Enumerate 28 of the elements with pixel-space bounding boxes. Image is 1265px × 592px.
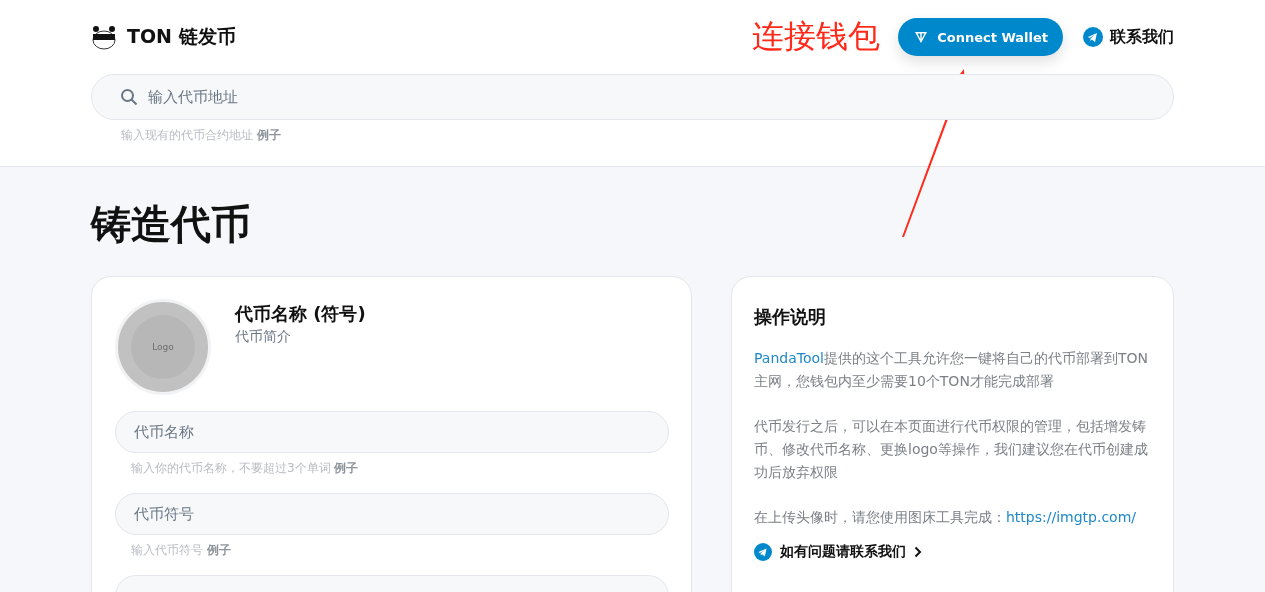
contact-link[interactable]: 联系我们: [1083, 26, 1174, 48]
telegram-icon: [754, 543, 772, 561]
field-hint: 输入代币符号 例子: [131, 542, 232, 559]
page-title: 铸造代币: [91, 200, 252, 249]
text-link[interactable]: https://imgtp.com/: [1006, 509, 1137, 525]
search-icon: [120, 88, 138, 106]
text-link[interactable]: PandaTool: [754, 350, 824, 366]
field-hint: 输入你的代币名称，不要超过3个单词 例子: [131, 460, 360, 477]
chevron-right-icon: [914, 546, 922, 558]
connect-wallet-button[interactable]: Connect Wallet: [898, 18, 1063, 56]
annotation-label: 连接钱包: [752, 16, 881, 57]
help-title: 操作说明: [754, 305, 827, 329]
input-field[interactable]: 代币符号: [115, 493, 669, 535]
token-name: 代币名称 (符号): [235, 302, 366, 326]
site-title: TON 链发币: [127, 24, 236, 49]
token-description: 代币简介: [235, 328, 292, 346]
contact-link[interactable]: 如有问题请联系我们: [754, 543, 1151, 561]
logo-label: Logo: [152, 342, 174, 352]
search-field[interactable]: 输入代币地址: [91, 74, 1174, 120]
help-paragraph: 代币发行之后，可以在本页面进行代币权限的管理，包括增发铸币、修改代币名称、更换logo等操作，我们建议您在代币创建成功后放弃权限: [754, 417, 1149, 482]
search-hint: 输入现有的代币合约地址 例子: [121, 127, 282, 144]
help-paragraph: 在上传头像时，请您使用图床工具完成：https://imgtp.com/: [754, 508, 1138, 527]
input-field[interactable]: 代币名称: [115, 411, 669, 453]
telegram-icon: [1083, 27, 1103, 47]
help-paragraph: PandaTool提供的这个工具允许您一键将自己的代币部署到TON主网，您钱包内至少需要10个TON才能完成部署: [754, 349, 1149, 391]
triangle-logo-icon: [913, 29, 930, 45]
panda-logo-icon: [91, 24, 117, 50]
logo-placeholder[interactable]: Logo: [115, 299, 211, 395]
